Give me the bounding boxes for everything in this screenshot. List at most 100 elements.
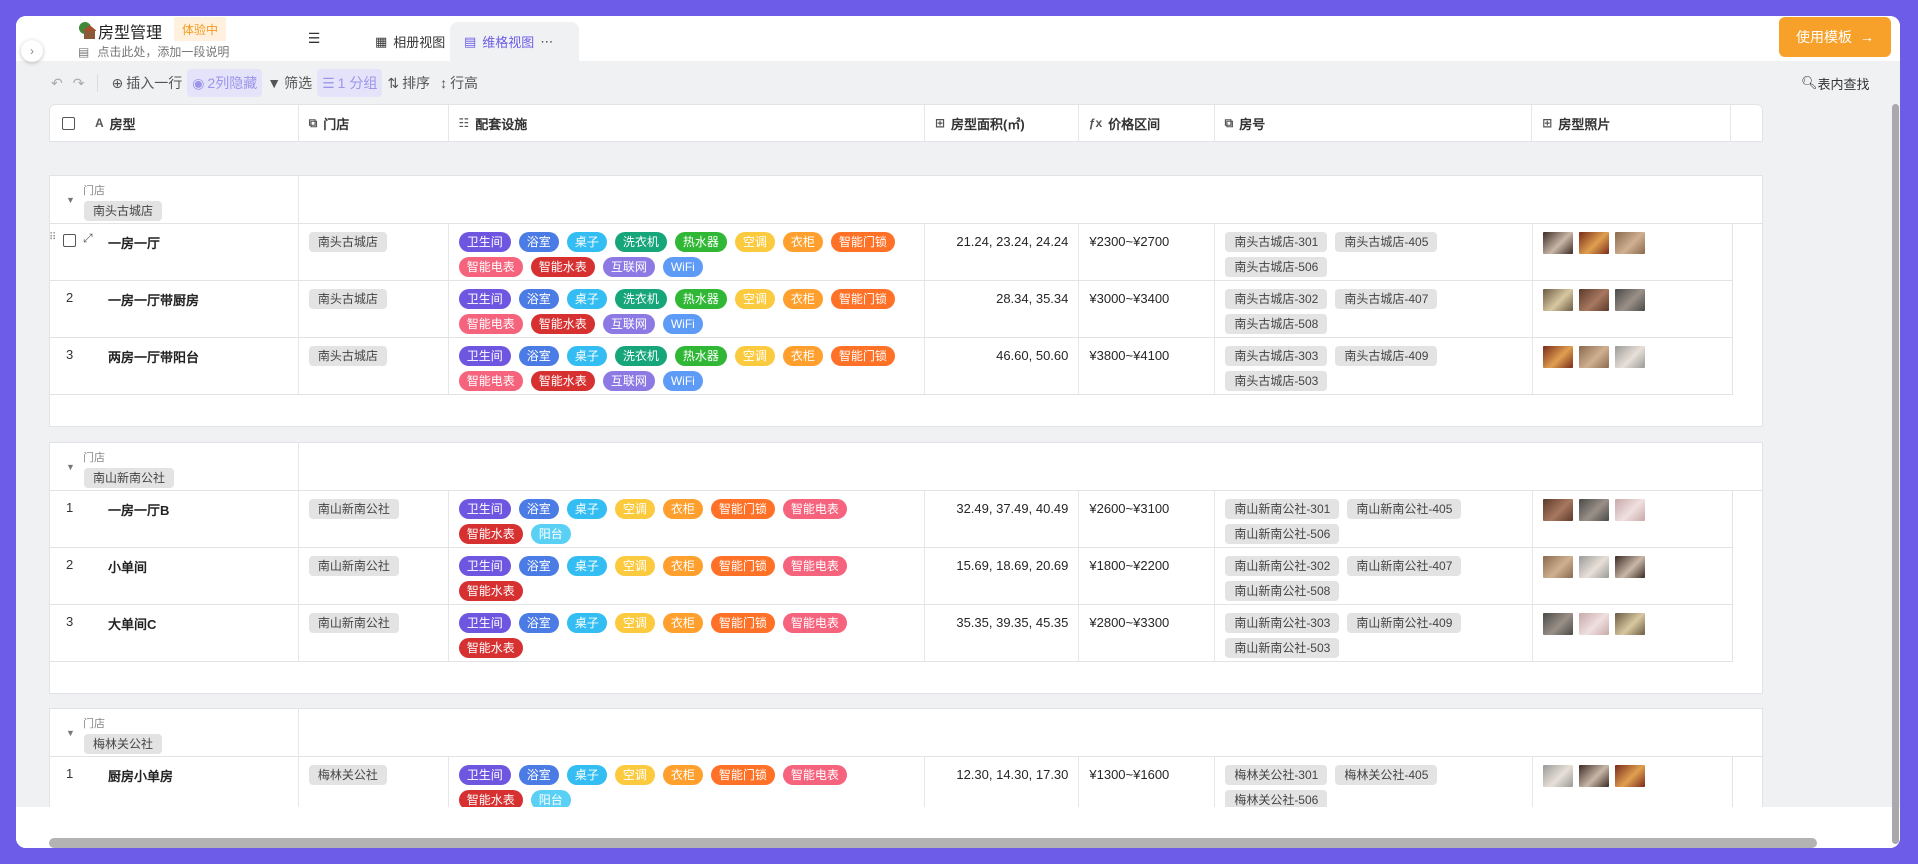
group-button[interactable]: ☰ 1 分组 — [317, 69, 383, 97]
room-tag[interactable]: 南头古城店-301 — [1225, 232, 1328, 252]
rooms-cell[interactable]: 南山新南公社-301 南山新南公社-405 南山新南公社-506 — [1215, 491, 1534, 547]
tab-grid-view[interactable]: ▤ 维格视图 ⋯ — [450, 22, 579, 61]
room-photo-thumbnail[interactable] — [1579, 346, 1610, 368]
facilities-cell[interactable]: 卫生间 浴室 桌子 空调 衣柜 智能门锁 智能电表 智能水表 阳台 — [449, 491, 926, 547]
name-cell[interactable]: 2 小单间 — [50, 548, 299, 604]
photos-cell[interactable] — [1533, 548, 1732, 604]
room-tag[interactable]: 南山新南公社-301 — [1225, 499, 1340, 519]
area-cell[interactable]: 12.30, 14.30, 17.30 — [925, 757, 1080, 807]
name-cell[interactable]: ⠿ ⤢ 一房一厅 — [49, 224, 299, 280]
area-cell[interactable]: 21.24, 23.24, 24.24 — [925, 224, 1080, 280]
area-cell[interactable]: 15.69, 18.69, 20.69 — [925, 548, 1080, 604]
description[interactable]: ▤ 点击此处，添加一段说明 — [78, 43, 229, 60]
photos-cell[interactable] — [1533, 281, 1732, 337]
price-cell[interactable]: ¥2300~¥2700 — [1079, 224, 1216, 280]
row-checkbox[interactable] — [63, 234, 76, 247]
expand-record-icon[interactable]: ⤢ — [83, 231, 93, 246]
filter-button[interactable]: ▼ 筛选 — [262, 69, 317, 97]
rooms-cell[interactable]: 南头古城店-301 南头古城店-405 南头古城店-506 — [1215, 224, 1534, 280]
room-photo-thumbnail[interactable] — [1615, 232, 1646, 254]
room-photo-thumbnail[interactable] — [1543, 499, 1574, 521]
store-cell[interactable]: 南头古城店 — [299, 281, 449, 337]
name-cell[interactable]: 1 厨房小单房 — [50, 757, 299, 807]
store-cell[interactable]: 南山新南公社 — [299, 548, 449, 604]
room-photo-thumbnail[interactable] — [1543, 556, 1574, 578]
column-header[interactable]: ⊞ 房型面积(㎡) — [925, 105, 1079, 141]
column-header[interactable]: ⧉ 门店 — [299, 105, 449, 141]
name-cell[interactable]: 3 大单间C — [50, 605, 299, 661]
price-cell[interactable]: ¥3800~¥4100 — [1079, 338, 1216, 394]
more-icon[interactable]: ⋯ — [540, 34, 553, 50]
rooms-cell[interactable]: 南头古城店-303 南头古城店-409 南头古城店-503 — [1215, 338, 1534, 394]
column-header[interactable]: ☷ 配套设施 — [449, 105, 925, 141]
table-row[interactable]: 1 一房一厅B 南山新南公社 卫生间 浴室 桌子 空调 衣柜 智能门锁 智能电表 智能水表 阳台 32.… — [50, 491, 1733, 548]
price-cell[interactable]: ¥2600~¥3100 — [1079, 491, 1216, 547]
price-cell[interactable]: ¥2800~¥3300 — [1079, 605, 1216, 661]
room-tag[interactable]: 南头古城店-303 — [1225, 346, 1328, 366]
room-tag[interactable]: 南头古城店-409 — [1335, 346, 1438, 366]
table-body[interactable]: ▼ 门店 南头古城店 ⠿ ⤢ 一房一厅 南头古城店 卫生间 浴室 桌子 洗衣机 热水器 空调 衣柜 智能门锁… — [49, 142, 1801, 807]
room-photo-thumbnail[interactable] — [1579, 613, 1610, 635]
column-header[interactable]: ⧉ 房号 — [1215, 105, 1533, 141]
area-cell[interactable]: 32.49, 37.49, 40.49 — [925, 491, 1080, 547]
insert-row-button[interactable]: ⊕ 插入一行 — [106, 69, 187, 97]
room-tag[interactable]: 南头古城店-506 — [1225, 257, 1328, 277]
undo-icon[interactable]: ↶ — [46, 69, 68, 97]
expand-sidebar-button[interactable]: › — [21, 40, 43, 62]
store-cell[interactable]: 梅林关公社 — [299, 757, 449, 807]
select-all-checkbox[interactable] — [62, 116, 75, 130]
collapse-triangle-icon[interactable]: ▼ — [66, 462, 75, 472]
room-tag[interactable]: 南山新南公社-506 — [1225, 524, 1340, 544]
hidden-columns-button[interactable]: ◉ 2列隐藏 — [187, 69, 263, 97]
column-header-add[interactable] — [1731, 105, 1762, 141]
column-header[interactable]: ⊞ 房型照片 — [1532, 105, 1732, 141]
room-tag[interactable]: 南山新南公社-303 — [1225, 613, 1340, 633]
room-photo-thumbnail[interactable] — [1615, 613, 1646, 635]
column-header[interactable]: ƒx 价格区间 — [1079, 105, 1215, 141]
room-tag[interactable]: 南头古城店-302 — [1225, 289, 1328, 309]
facilities-cell[interactable]: 卫生间 浴室 桌子 空调 衣柜 智能门锁 智能电表 智能水表 — [449, 605, 926, 661]
room-photo-thumbnail[interactable] — [1615, 346, 1646, 368]
table-row[interactable]: 3 大单间C 南山新南公社 卫生间 浴室 桌子 空调 衣柜 智能门锁 智能电表 智能水表 35.35,… — [50, 605, 1733, 662]
room-tag[interactable]: 南山新南公社-409 — [1347, 613, 1462, 633]
room-tag[interactable]: 南头古城店-503 — [1225, 371, 1328, 391]
photos-cell[interactable] — [1533, 605, 1732, 661]
room-photo-thumbnail[interactable] — [1615, 289, 1646, 311]
room-photo-thumbnail[interactable] — [1579, 499, 1610, 521]
room-tag[interactable]: 南山新南公社-405 — [1347, 499, 1462, 519]
name-cell[interactable]: 1 一房一厅B — [50, 491, 299, 547]
rooms-cell[interactable]: 南山新南公社-302 南山新南公社-407 南山新南公社-508 — [1215, 548, 1534, 604]
photos-cell[interactable] — [1533, 224, 1732, 280]
drag-handle-icon[interactable]: ⠿ — [49, 232, 56, 243]
search-in-table-button[interactable]: 🔍︎ 表内查找 — [1801, 73, 1870, 93]
photos-cell[interactable] — [1533, 338, 1732, 394]
store-cell[interactable]: 南头古城店 — [299, 224, 449, 280]
photos-cell[interactable] — [1533, 757, 1732, 807]
store-cell[interactable]: 南头古城店 — [299, 338, 449, 394]
price-cell[interactable]: ¥1800~¥2200 — [1079, 548, 1216, 604]
column-header[interactable]: A 房型 — [50, 105, 299, 141]
table-row[interactable]: 3 两房一厅带阳台 南头古城店 卫生间 浴室 桌子 洗衣机 热水器 空调 衣柜 智能门锁 智能电表 智能… — [50, 338, 1733, 395]
room-photo-thumbnail[interactable] — [1615, 765, 1646, 787]
room-tag[interactable]: 南山新南公社-407 — [1347, 556, 1462, 576]
rooms-cell[interactable]: 南头古城店-302 南头古城店-407 南头古城店-508 — [1215, 281, 1534, 337]
rooms-cell[interactable]: 梅林关公社-301 梅林关公社-405 梅林关公社-506 — [1215, 757, 1534, 807]
collapse-triangle-icon[interactable]: ▼ — [66, 728, 75, 738]
redo-icon[interactable]: ↷ — [68, 69, 90, 97]
collapse-triangle-icon[interactable]: ▼ — [66, 195, 75, 205]
table-row[interactable]: ⠿ ⤢ 一房一厅 南头古城店 卫生间 浴室 桌子 洗衣机 热水器 空调 衣柜 智能门锁 智能电表 智能水表… — [49, 224, 1733, 281]
area-cell[interactable]: 46.60, 50.60 — [925, 338, 1080, 394]
room-photo-thumbnail[interactable] — [1543, 289, 1574, 311]
room-tag[interactable]: 南头古城店-405 — [1335, 232, 1438, 252]
price-cell[interactable]: ¥1300~¥1600 — [1079, 757, 1216, 807]
facilities-cell[interactable]: 卫生间 浴室 桌子 洗衣机 热水器 空调 衣柜 智能门锁 智能电表 智能水表 互联网 WiFi — [449, 281, 926, 337]
room-photo-thumbnail[interactable] — [1615, 556, 1646, 578]
menu-icon[interactable]: ☰ — [304, 30, 324, 50]
room-tag[interactable]: 梅林关公社-301 — [1225, 765, 1328, 785]
room-photo-thumbnail[interactable] — [1579, 289, 1610, 311]
room-tag[interactable]: 南头古城店-407 — [1335, 289, 1438, 309]
rooms-cell[interactable]: 南山新南公社-303 南山新南公社-409 南山新南公社-503 — [1215, 605, 1534, 661]
sort-button[interactable]: ⇅ 排序 — [382, 69, 435, 97]
store-cell[interactable]: 南山新南公社 — [299, 491, 449, 547]
area-cell[interactable]: 35.35, 39.35, 45.35 — [925, 605, 1080, 661]
